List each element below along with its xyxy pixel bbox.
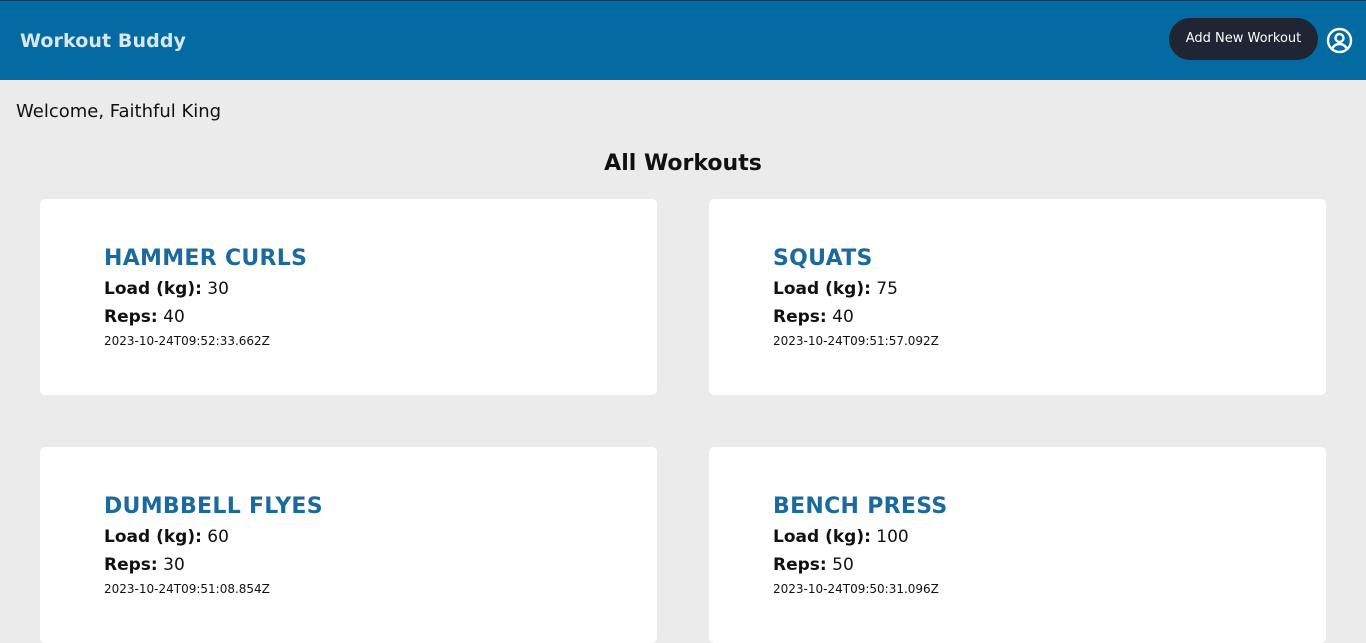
workout-reps: Reps: 50 <box>773 555 854 575</box>
workout-title: HAMMER CURLS <box>104 246 308 271</box>
load-value: 75 <box>876 279 898 299</box>
reps-value: 30 <box>163 555 185 575</box>
reps-label: Reps: <box>104 307 158 327</box>
workout-card: HAMMER CURLS Load (kg): 30 Reps: 40 2023… <box>40 199 657 395</box>
workout-load: Load (kg): 100 <box>773 527 909 547</box>
reps-label: Reps: <box>773 307 827 327</box>
workout-timestamp: 2023-10-24T09:51:57.092Z <box>773 334 939 348</box>
workout-title: BENCH PRESS <box>773 494 948 519</box>
workout-reps: Reps: 40 <box>104 307 185 327</box>
workout-title: SQUATS <box>773 246 873 271</box>
workout-card: SQUATS Load (kg): 75 Reps: 40 2023-10-24… <box>709 199 1326 395</box>
workout-card: BENCH PRESS Load (kg): 100 Reps: 50 2023… <box>709 447 1326 643</box>
load-value: 30 <box>207 279 229 299</box>
workout-title: DUMBBELL FLYES <box>104 494 323 519</box>
app-brand[interactable]: Workout Buddy <box>20 30 186 52</box>
workout-timestamp: 2023-10-24T09:52:33.662Z <box>104 334 270 348</box>
page-title: All Workouts <box>604 151 762 176</box>
welcome-message: Welcome, Faithful King <box>16 101 222 122</box>
add-new-workout-button[interactable]: Add New Workout <box>1169 18 1318 60</box>
reps-value: 40 <box>163 307 185 327</box>
load-label: Load (kg): <box>773 527 871 547</box>
reps-label: Reps: <box>104 555 158 575</box>
workout-card: DUMBBELL FLYES Load (kg): 60 Reps: 30 20… <box>40 447 657 643</box>
workout-load: Load (kg): 60 <box>104 527 229 547</box>
load-label: Load (kg): <box>104 279 202 299</box>
workout-load: Load (kg): 30 <box>104 279 229 299</box>
load-label: Load (kg): <box>773 279 871 299</box>
reps-value: 40 <box>832 307 854 327</box>
reps-value: 50 <box>832 555 854 575</box>
load-value: 100 <box>876 527 909 547</box>
reps-label: Reps: <box>773 555 827 575</box>
workout-reps: Reps: 40 <box>773 307 854 327</box>
workout-reps: Reps: 30 <box>104 555 185 575</box>
workout-load: Load (kg): 75 <box>773 279 898 299</box>
load-value: 60 <box>207 527 229 547</box>
load-label: Load (kg): <box>104 527 202 547</box>
workout-timestamp: 2023-10-24T09:50:31.096Z <box>773 582 939 596</box>
user-circle-icon[interactable] <box>1326 27 1353 54</box>
top-navbar: Workout Buddy Add New Workout <box>0 0 1366 80</box>
workout-timestamp: 2023-10-24T09:51:08.854Z <box>104 582 270 596</box>
